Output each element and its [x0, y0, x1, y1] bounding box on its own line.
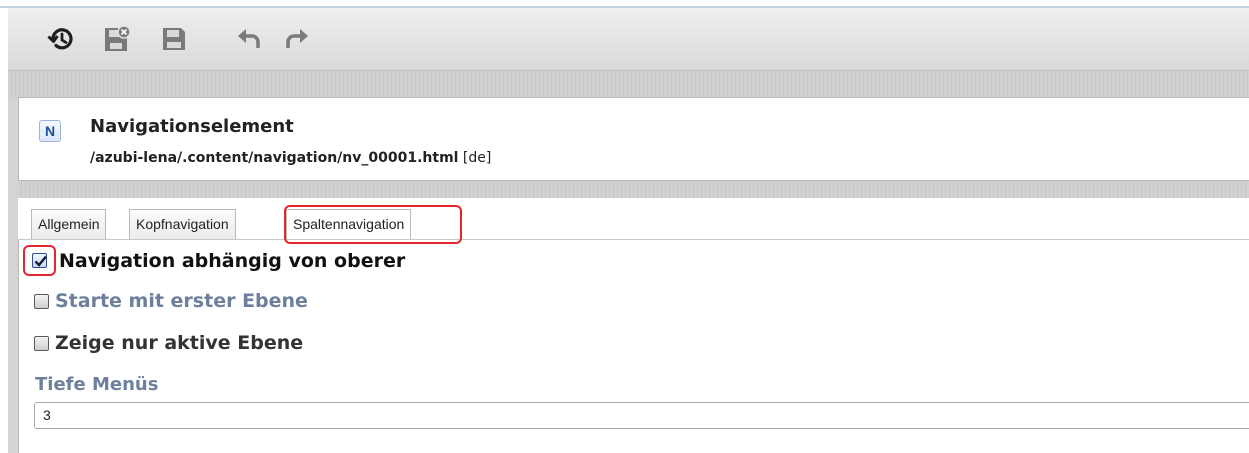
undo-button[interactable] — [231, 22, 265, 56]
form-separator — [18, 182, 1249, 198]
resource-info-box: N Navigationselement /azubi-lena/.conten… — [18, 97, 1249, 181]
tab-allgemein[interactable]: Allgemein — [31, 209, 107, 239]
checkbox-starte-mit-erster-ebene[interactable] — [34, 294, 49, 309]
checkbox-zeige-nur-aktive-ebene[interactable] — [34, 336, 49, 351]
resource-locale: [de] — [462, 150, 492, 166]
save-exit-icon — [102, 24, 132, 54]
history-icon — [47, 25, 75, 53]
save-icon — [160, 25, 188, 53]
tab-kopfnavigation[interactable]: Kopfnavigation — [129, 209, 236, 239]
navigation-type-icon: N — [39, 120, 61, 142]
history-button[interactable] — [44, 22, 78, 56]
toolbar-separator — [8, 71, 1249, 97]
option-label-navigation-abhaengig: Navigation abhängig von oberer — [59, 250, 406, 272]
undo-icon — [235, 26, 261, 52]
resource-title: Navigationselement — [90, 116, 294, 137]
depth-input[interactable]: 3 — [34, 402, 1249, 429]
redo-icon — [285, 26, 311, 52]
option-label-zeige-nur-aktive-ebene: Zeige nur aktive Ebene — [55, 332, 304, 354]
save-button[interactable] — [157, 22, 191, 56]
save-and-exit-button[interactable] — [100, 22, 134, 56]
option-label-starte-mit-erster-ebene: Starte mit erster Ebene — [55, 290, 308, 312]
resource-path-line: /azubi-lena/.content/navigation/nv_00001… — [90, 150, 491, 166]
editor-toolbar — [8, 8, 1249, 71]
checkbox-highlight — [23, 245, 56, 276]
resource-path: /azubi-lena/.content/navigation/nv_00001… — [90, 150, 459, 166]
depth-field-label: Tiefe Menüs — [35, 374, 159, 395]
redo-button[interactable] — [281, 22, 315, 56]
tab-highlight — [284, 205, 462, 244]
